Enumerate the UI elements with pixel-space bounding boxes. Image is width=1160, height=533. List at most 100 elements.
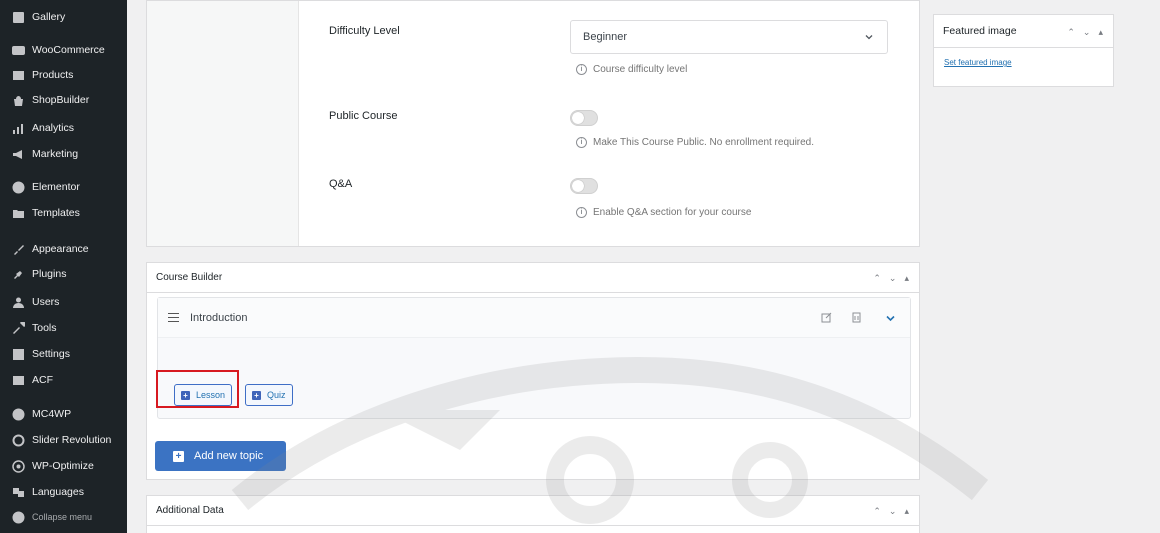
sidebar-item-label: Elementor <box>32 181 80 193</box>
chevron-down-icon[interactable] <box>885 313 896 324</box>
sidebar-item-label: Marketing <box>32 148 79 160</box>
sidebar-item-appearance[interactable]: Appearance <box>0 237 127 261</box>
shopbuilder-icon <box>12 94 25 107</box>
sidebar-item-plugins[interactable]: Plugins <box>0 262 127 286</box>
analytics-icon <box>12 122 25 135</box>
course-builder-title: Course Builder <box>156 272 223 283</box>
sidebar-item-slider-revolution[interactable]: Slider Revolution <box>0 428 127 452</box>
languages-icon <box>12 486 25 499</box>
box-controls: ⌃ ⌄ ▴ <box>1067 27 1103 38</box>
sidebar-item-label: Tools <box>32 322 57 334</box>
add-topic-label: Add new topic <box>194 450 264 462</box>
add-quiz-button[interactable]: + Quiz <box>245 384 293 406</box>
add-new-topic-button[interactable]: + Add new topic <box>155 441 286 471</box>
move-down-icon[interactable]: ⌄ <box>889 273 897 284</box>
topic-header[interactable]: Introduction <box>158 298 910 338</box>
appearance-icon <box>12 243 25 256</box>
toggle-panel-icon[interactable]: ▴ <box>904 506 909 517</box>
sidebar-item-shopbuilder[interactable]: ShopBuilder <box>0 88 127 112</box>
move-down-icon[interactable]: ⌄ <box>1083 27 1091 38</box>
public-course-toggle[interactable] <box>570 110 598 126</box>
sidebar-item-label: Gallery <box>32 11 66 23</box>
toggle-panel-icon[interactable]: ▴ <box>1098 27 1103 38</box>
highlight-box <box>156 370 239 408</box>
sidebar-item-label: Products <box>32 69 74 81</box>
sidebar-item-label: ShopBuilder <box>32 94 90 106</box>
featured-image-title: Featured image <box>943 25 1017 37</box>
products-icon <box>12 69 25 82</box>
sidebar-item-label: Collapse menu <box>32 512 93 522</box>
sidebar-item-languages[interactable]: Languages <box>0 480 127 504</box>
sidebar-item-label: Templates <box>32 207 80 219</box>
collapse-menu-button[interactable]: Collapse menu <box>0 505 127 529</box>
course-builder-box: Course Builder ⌃ ⌄ ▴ Introduction + Less… <box>146 262 920 480</box>
sidebar-item-label: WP-Optimize <box>32 460 94 472</box>
sidebar-item-tools[interactable]: Tools <box>0 316 127 340</box>
info-icon: i <box>576 207 587 218</box>
gallery-icon <box>12 11 25 24</box>
sidebar-item-analytics[interactable]: Analytics <box>0 116 127 140</box>
quiz-label: Quiz <box>267 390 286 400</box>
delete-icon[interactable] <box>851 312 862 323</box>
acf-icon <box>12 374 25 387</box>
sidebar-item-settings[interactable]: Settings <box>0 342 127 366</box>
featured-image-header: Featured image ⌃ ⌄ ▴ <box>934 15 1113 48</box>
drag-handle-icon[interactable] <box>168 313 179 322</box>
toggle-knob <box>572 180 584 192</box>
additional-data-header: Additional Data ⌃ ⌄ ▴ <box>147 496 919 526</box>
settings-icon <box>12 348 25 361</box>
woocommerce-icon <box>12 44 25 57</box>
sidebar-item-label: Plugins <box>32 268 67 280</box>
sidebar-item-label: ACF <box>32 374 53 386</box>
users-icon <box>12 296 25 309</box>
sidebar-item-wp-optimize[interactable]: WP-Optimize <box>0 454 127 478</box>
box-controls: ⌃ ⌄ ▴ <box>873 273 909 284</box>
move-down-icon[interactable]: ⌄ <box>889 506 897 517</box>
tools-icon <box>12 321 25 335</box>
wp-optimize-icon <box>12 459 25 473</box>
difficulty-level-value: Beginner <box>583 31 628 43</box>
collapse-icon <box>12 511 25 524</box>
move-up-icon[interactable]: ⌃ <box>873 506 881 517</box>
qa-toggle[interactable] <box>570 178 598 194</box>
move-up-icon[interactable]: ⌃ <box>873 273 881 284</box>
qa-label: Q&A <box>329 178 353 190</box>
sidebar-item-mc4wp[interactable]: MC4WP <box>0 402 127 426</box>
sidebar-item-woocommerce[interactable]: WooCommerce <box>0 38 127 62</box>
additional-data-box: Additional Data ⌃ ⌄ ▴ <box>146 495 920 533</box>
edit-icon[interactable] <box>821 312 832 323</box>
sidebar-item-label: WooCommerce <box>32 44 105 56</box>
difficulty-hint: i Course difficulty level <box>576 64 687 75</box>
settings-tabs-panel <box>147 1 299 246</box>
qa-hint: i Enable Q&A section for your course <box>576 207 751 218</box>
course-builder-header: Course Builder ⌃ ⌄ ▴ <box>147 263 919 293</box>
sidebar-item-elementor[interactable]: Elementor <box>0 175 127 199</box>
move-up-icon[interactable]: ⌃ <box>1067 27 1075 38</box>
difficulty-level-label: Difficulty Level <box>329 25 400 37</box>
plus-icon: + <box>252 390 261 400</box>
featured-image-box: Featured image ⌃ ⌄ ▴ Set featured image <box>933 14 1114 87</box>
plugins-icon <box>12 268 25 281</box>
difficulty-level-select[interactable]: Beginner <box>570 20 888 54</box>
topic-title: Introduction <box>190 311 248 324</box>
set-featured-image-link[interactable]: Set featured image <box>944 58 1012 67</box>
slider-revolution-icon <box>12 434 25 447</box>
sidebar-item-users[interactable]: Users <box>0 290 127 314</box>
box-controls: ⌃ ⌄ ▴ <box>873 506 909 517</box>
sidebar-item-label: Settings <box>32 348 70 360</box>
sidebar-item-products[interactable]: Products <box>0 63 127 87</box>
sidebar-item-label: Appearance <box>32 243 89 255</box>
sidebar-item-label: Analytics <box>32 122 75 134</box>
chevron-down-icon <box>865 35 873 40</box>
sidebar-item-templates[interactable]: Templates <box>0 201 127 225</box>
plus-icon: + <box>173 450 184 462</box>
toggle-panel-icon[interactable]: ▴ <box>904 273 909 284</box>
sidebar-item-label: Slider Revolution <box>32 434 112 446</box>
sidebar-item-label: Languages <box>32 486 84 498</box>
topic-card: Introduction + Lesson + Quiz <box>157 297 911 419</box>
sidebar-item-acf[interactable]: ACF <box>0 368 127 392</box>
sidebar-item-gallery[interactable]: Gallery <box>0 5 127 29</box>
templates-icon <box>12 207 25 220</box>
sidebar-item-marketing[interactable]: Marketing <box>0 142 127 166</box>
mc4wp-icon <box>12 408 25 421</box>
